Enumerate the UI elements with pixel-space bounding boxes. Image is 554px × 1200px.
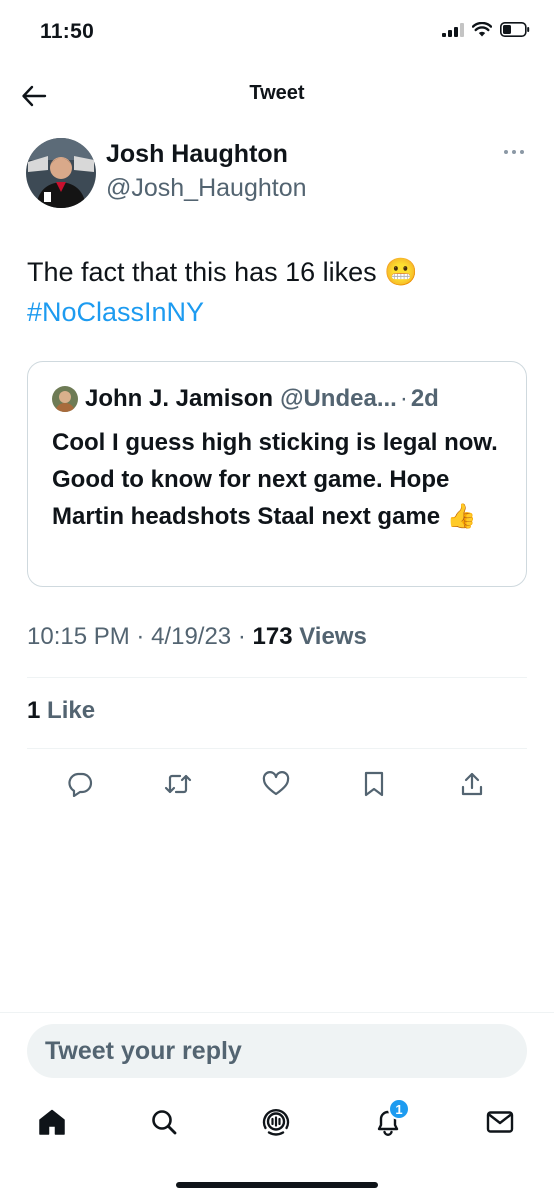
messages-icon — [486, 1111, 514, 1133]
tweet-body-text: The fact that this has 16 likes 😬 — [27, 257, 418, 287]
home-icon — [39, 1109, 65, 1135]
share-icon — [461, 772, 483, 796]
likes-count: 1 — [27, 697, 41, 724]
meta-separator-2: · — [237, 623, 246, 650]
divider-top — [27, 677, 527, 678]
tweet-meta: 10:15 PM · 4/19/23 · 173 Views — [27, 623, 367, 651]
battery-icon — [500, 22, 530, 37]
meta-separator: · — [136, 623, 145, 650]
tweet-text: The fact that this has 16 likes 😬 #NoCla… — [27, 252, 527, 332]
author-name[interactable]: Josh Haughton — [106, 140, 288, 169]
reply-icon — [68, 772, 93, 797]
status-time: 11:50 — [40, 20, 95, 43]
reply-button[interactable] — [62, 766, 98, 802]
search-icon — [152, 1110, 177, 1135]
top-nav: Tweet — [0, 72, 554, 118]
notification-badge: 1 — [388, 1098, 410, 1120]
author-handle[interactable]: @Josh_Haughton — [106, 174, 307, 203]
share-button[interactable] — [454, 766, 490, 802]
views-label: Views — [299, 623, 367, 650]
tab-notifications[interactable]: 1 — [368, 1098, 410, 1144]
tab-search[interactable] — [144, 1100, 184, 1144]
bottom-tab-bar: 1 — [0, 1098, 554, 1150]
wifi-icon — [472, 22, 492, 37]
home-indicator — [176, 1182, 378, 1188]
likes-summary[interactable]: 1 Like — [27, 697, 95, 725]
tab-messages[interactable] — [480, 1100, 520, 1144]
divider-bottom — [27, 748, 527, 749]
reply-bar-divider — [0, 1012, 554, 1013]
more-options-button[interactable] — [500, 142, 528, 162]
views-count: 173 — [252, 623, 293, 650]
quoted-avatar-image — [52, 386, 78, 412]
status-bar: 11:50 — [0, 0, 554, 64]
quoted-tweet-text: Cool I guess high sticking is legal now.… — [52, 429, 498, 530]
tweet-date[interactable]: 4/19/23 — [151, 623, 231, 650]
quoted-time: 2d — [410, 385, 439, 412]
tweet-time[interactable]: 10:15 PM — [27, 623, 130, 650]
retweet-button[interactable] — [160, 766, 196, 802]
quoted-author-handle: @Undea... — [280, 385, 397, 412]
retweet-icon — [164, 774, 192, 794]
like-button[interactable] — [258, 766, 294, 802]
hashtag-link[interactable]: #NoClassInNY — [27, 292, 527, 332]
like-icon — [262, 771, 290, 796]
quoted-separator: · — [399, 385, 408, 412]
avatar[interactable] — [26, 138, 96, 208]
tab-home[interactable] — [32, 1100, 72, 1144]
likes-label: Like — [47, 697, 96, 724]
bookmark-button[interactable] — [356, 766, 392, 802]
spaces-icon — [262, 1108, 290, 1136]
author-avatar-image — [26, 138, 96, 208]
tab-spaces[interactable] — [256, 1100, 296, 1144]
tweet-author: Josh Haughton @Josh_Haughton — [26, 138, 528, 212]
bookmark-icon — [364, 771, 384, 797]
cellular-signal-icon — [442, 22, 464, 37]
quoted-tweet[interactable]: John J. Jamison @Undea... · 2d Cool I gu… — [27, 361, 527, 587]
reply-input[interactable] — [27, 1024, 527, 1078]
quoted-tweet-header: John J. Jamison @Undea... · 2d — [52, 384, 439, 414]
quoted-author-name: John J. Jamison — [85, 385, 274, 412]
tweet-actions — [30, 766, 518, 806]
more-dots-icon — [504, 150, 524, 154]
quoted-avatar — [52, 386, 78, 412]
page-title: Tweet — [249, 82, 305, 104]
status-icons — [442, 22, 530, 37]
